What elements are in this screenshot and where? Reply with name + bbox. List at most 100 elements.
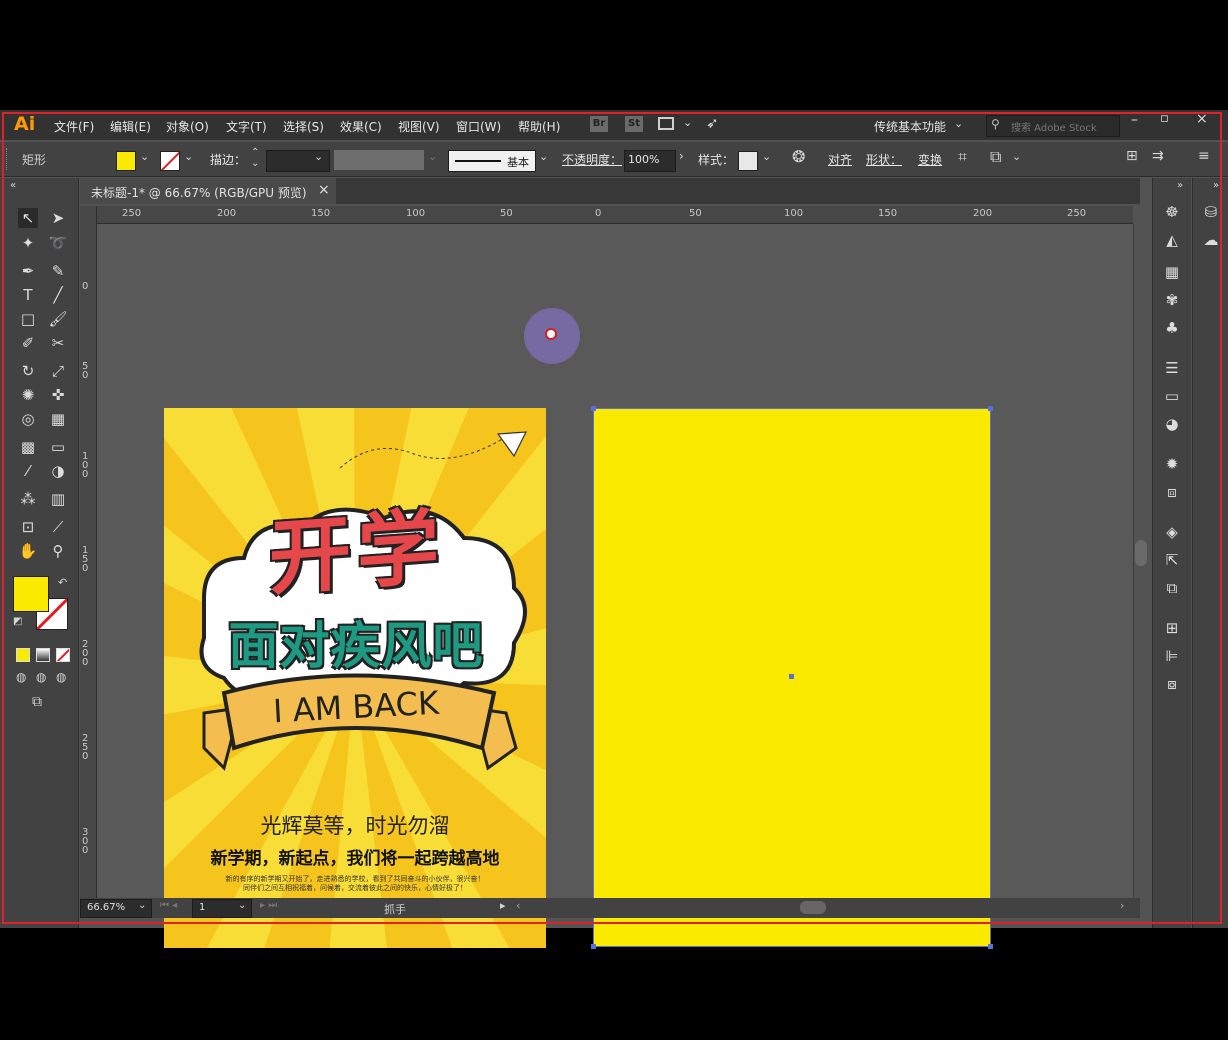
selection-tool-icon[interactable]: ↖ xyxy=(18,208,38,228)
blend-tool-icon[interactable]: ◑ xyxy=(48,461,68,481)
chevron-down-icon[interactable]: ⌄ xyxy=(762,150,771,163)
menu-select[interactable]: 选择(S) xyxy=(283,118,324,135)
chevron-down-icon[interactable]: ⌄ xyxy=(1012,150,1021,163)
chevron-right-icon[interactable]: › xyxy=(679,149,684,163)
shape-button[interactable]: 形状： xyxy=(866,151,902,168)
gradient-mode-button[interactable] xyxy=(36,648,50,662)
zoom-tool-icon[interactable]: ⚲ xyxy=(48,541,68,561)
transform-button[interactable]: 变换 xyxy=(918,151,942,168)
rectangle-tool-icon[interactable]: □ xyxy=(18,309,38,329)
layers-icon[interactable]: ◈ xyxy=(1161,522,1183,542)
line-tool-icon[interactable]: ╱ xyxy=(48,285,68,305)
rotate-tool-icon[interactable]: ↻ xyxy=(18,361,38,381)
horizontal-scrollbar-thumb[interactable] xyxy=(800,901,826,914)
artboards-icon[interactable]: ⧉ xyxy=(1161,578,1183,598)
menu-object[interactable]: 对象(O) xyxy=(166,118,209,135)
bridge-button[interactable]: Br xyxy=(590,116,608,132)
chevron-down-icon[interactable]: ⌄ xyxy=(140,150,149,163)
select-similar-icon[interactable]: ⧉ xyxy=(990,147,1001,167)
stroke-stepper-icon[interactable]: ⌃ ⌄ xyxy=(251,147,259,169)
chevron-down-icon[interactable]: ⌄ xyxy=(184,150,193,163)
asset-export-icon[interactable]: ⇱ xyxy=(1161,550,1183,570)
scroll-right-icon[interactable]: › xyxy=(1120,899,1124,912)
symbols-icon[interactable]: ♣ xyxy=(1161,318,1183,338)
magic-wand-tool-icon[interactable]: ✦ xyxy=(18,233,38,253)
warp-tool-icon[interactable]: ✺ xyxy=(18,385,38,405)
workspace-switcher[interactable]: 传统基本功能 xyxy=(874,118,946,135)
color-guide-icon[interactable]: ☸ xyxy=(1161,202,1183,222)
first-artboard-icon[interactable]: ⏮ ◂ xyxy=(160,900,177,911)
panel-grid-icon[interactable]: ⊞ xyxy=(1126,148,1138,164)
collapse-icon[interactable]: » xyxy=(1213,180,1219,191)
shape-builder-tool-icon[interactable]: ◎ xyxy=(18,409,38,429)
screen-mode-icon[interactable]: ⧉ xyxy=(32,694,42,710)
last-artboard-icon[interactable]: ▸ ⏭ xyxy=(260,900,277,911)
appearance-icon[interactable]: ✹ xyxy=(1161,454,1183,474)
mesh-tool-icon[interactable]: ▩ xyxy=(18,437,38,457)
stock-search-input[interactable]: 搜索 Adobe Stock xyxy=(1011,119,1097,134)
direct-selection-tool-icon[interactable]: ➤ xyxy=(48,208,68,228)
align-button[interactable]: 对齐 xyxy=(828,151,852,168)
stroke-label[interactable]: 描边： xyxy=(210,151,246,168)
recolor-artwork-icon[interactable]: ❂ xyxy=(792,147,805,166)
chevron-down-icon[interactable]: ⌄ xyxy=(428,150,437,163)
stock-search[interactable]: ⚲ 搜索 Adobe Stock xyxy=(986,115,1120,137)
draw-normal-icon[interactable]: ◍ xyxy=(16,670,26,684)
menu-window[interactable]: 窗口(W) xyxy=(456,118,501,135)
symbol-sprayer-tool-icon[interactable]: ⁂ xyxy=(18,489,38,509)
artboard-tool-icon[interactable]: ⊡ xyxy=(18,517,38,537)
close-tab-icon[interactable]: × xyxy=(318,182,330,198)
creative-cloud-icon[interactable]: ☁ xyxy=(1200,230,1222,250)
stroke-panel-icon[interactable]: ☰ xyxy=(1161,358,1183,378)
menu-edit[interactable]: 编辑(E) xyxy=(110,118,151,135)
menu-help[interactable]: 帮助(H) xyxy=(518,118,560,135)
close-window-icon[interactable]: × xyxy=(1196,111,1208,127)
puppet-warp-tool-icon[interactable]: ✜ xyxy=(48,385,68,405)
gpu-performance-icon[interactable]: ➶ xyxy=(706,114,719,132)
default-colors-icon[interactable]: ◩ xyxy=(13,616,22,627)
horizontal-ruler[interactable]: 250 200 150 100 50 0 50 100 150 200 250 xyxy=(96,206,1133,224)
menu-type[interactable]: 文字(T) xyxy=(226,118,267,135)
chevron-down-icon[interactable]: ⌄ xyxy=(954,117,963,130)
fill-color-box[interactable] xyxy=(13,576,49,612)
opacity-input[interactable]: 100% xyxy=(624,150,676,172)
scissors-tool-icon[interactable]: ✂ xyxy=(48,333,68,353)
brush-definition[interactable]: 基本 xyxy=(448,150,536,172)
chevron-down-icon[interactable]: ⌄ xyxy=(238,900,246,911)
variable-width-profile[interactable] xyxy=(334,150,424,170)
gradient-tool-icon[interactable]: ▭ xyxy=(48,437,68,457)
vertical-scrollbar-thumb[interactable] xyxy=(1135,540,1147,566)
gradient-panel-icon[interactable]: ▭ xyxy=(1161,386,1183,406)
collapse-icon[interactable]: » xyxy=(1177,180,1183,191)
transparency-icon[interactable]: ◕ xyxy=(1161,414,1183,434)
minimize-icon[interactable]: – xyxy=(1131,112,1138,128)
fill-swatch[interactable] xyxy=(116,151,136,171)
lasso-tool-icon[interactable]: ➰ xyxy=(48,233,68,253)
perspective-grid-tool-icon[interactable]: ▦ xyxy=(48,409,68,429)
draw-behind-icon[interactable]: ◍ xyxy=(36,670,46,684)
pathfinder-icon[interactable]: ⧇ xyxy=(1161,674,1183,694)
color-mode-button[interactable] xyxy=(16,648,30,662)
align-panel-icon[interactable]: ⊫ xyxy=(1161,646,1183,666)
menu-file[interactable]: 文件(F) xyxy=(54,118,94,135)
graphic-styles-icon[interactable]: ⧈ xyxy=(1161,482,1183,502)
brushes-icon[interactable]: ✾ xyxy=(1161,290,1183,310)
color-panel-icon[interactable]: ◭ xyxy=(1161,230,1183,250)
swap-colors-icon[interactable]: ↶ xyxy=(58,576,67,589)
slice-tool-icon[interactable]: ⟋ xyxy=(48,517,68,537)
arrange-documents-icon[interactable] xyxy=(658,117,674,130)
transform-panel-icon[interactable]: ⊞ xyxy=(1161,618,1183,638)
pen-tool-icon[interactable]: ✒ xyxy=(18,261,38,281)
chevron-down-icon[interactable]: ⌄ xyxy=(539,150,548,163)
shaper-tool-icon[interactable]: ✐ xyxy=(18,333,38,353)
stroke-swatch[interactable] xyxy=(160,151,180,171)
menu-view[interactable]: 视图(V) xyxy=(398,118,440,135)
type-tool-icon[interactable]: T xyxy=(18,285,38,305)
maximize-icon[interactable]: ▫ xyxy=(1160,111,1169,126)
arrange-icon[interactable]: ⇉ xyxy=(1152,148,1164,164)
poster-artboard[interactable]: 开学 面对疾风吧 I AM BACK 光辉莫等，时光勿溜 新学期，新起点，我们将… xyxy=(164,408,546,948)
paintbrush-tool-icon[interactable]: 🖌 xyxy=(48,309,68,329)
chevron-down-icon[interactable]: ⌄ xyxy=(683,116,692,129)
draw-inside-icon[interactable]: ◍ xyxy=(56,670,66,684)
collapse-icon[interactable]: « xyxy=(10,180,16,191)
